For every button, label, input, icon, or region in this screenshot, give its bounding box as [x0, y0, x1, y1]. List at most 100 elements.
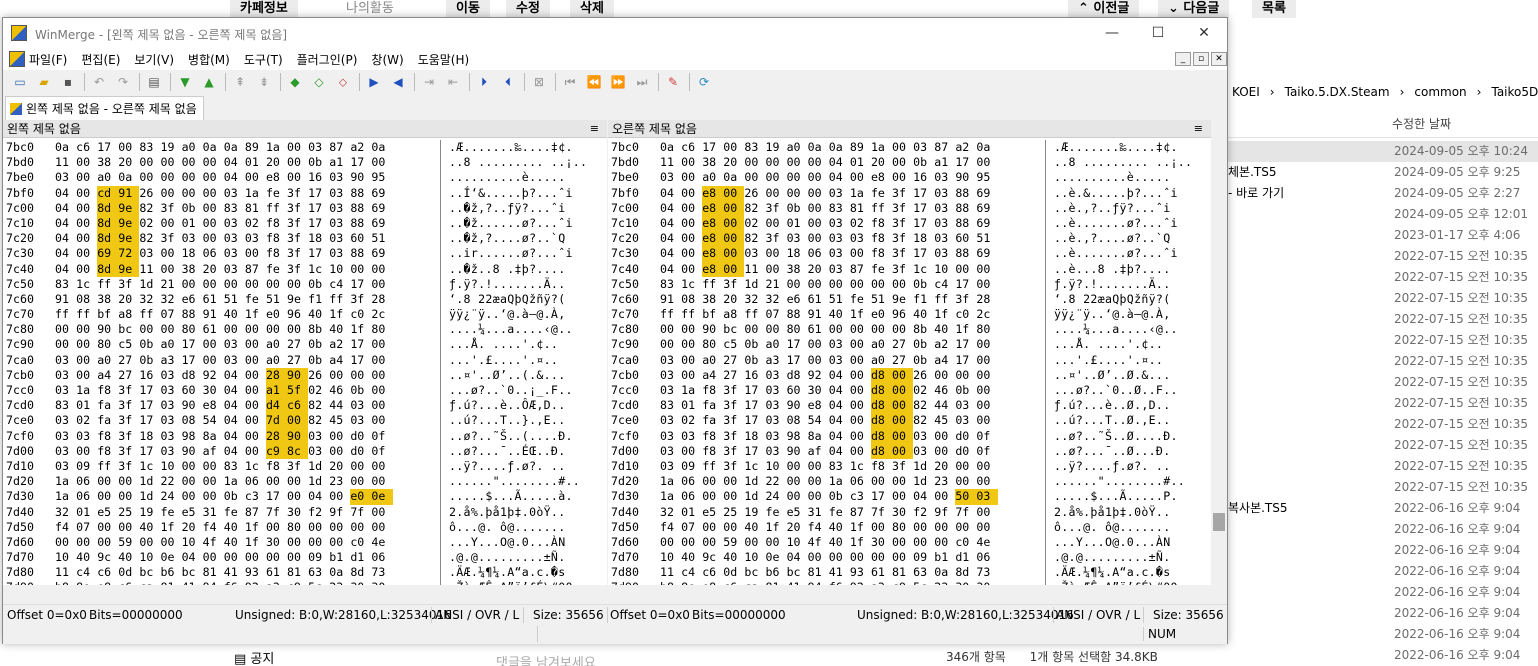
hex-row[interactable]: 7c40 04 00 e8 00 11 00 38 20 03 87 fe 3f 1c 10 00 00 ..è.…	[608, 261, 1192, 277]
ascii-text[interactable]: ...'.£....'.¤..	[443, 353, 558, 368]
hex-row[interactable]: 7d00 03 00 f8 3f 17 03 90 af 04 00 d8 00 03 00 d0 0f ..ø?…	[608, 443, 1192, 459]
hex-row[interactable]: 7c80 00 00 90 bc 00 00 80 61 00 00 00 00 8b 40 1f 80....…	[3, 322, 587, 337]
hex-row[interactable]: 7c10 04 00 e8 00 02 00 01 00 03 02 f8 3f 17 03 88 69 ..è.…	[608, 215, 1192, 232]
ascii-text[interactable]: ..�ž..8 .‡þ?....	[443, 262, 565, 277]
file-row[interactable]: 2022-07-15 오전 10:35	[1228, 351, 1538, 372]
file-row[interactable]: 2024-09-05 오후 12:01	[1228, 204, 1538, 225]
hex-bytes[interactable]: ff ff bf a8 ff 07 88 91 40 1f e0 96 40 1f c0 2c	[660, 307, 1048, 322]
ascii-text[interactable]: ô...@. ô@.......	[443, 520, 565, 535]
ascii-text[interactable]: ô...@. ô@.......	[1048, 520, 1170, 535]
hex-row[interactable]: 7d10 03 09 ff 3f 1c 10 00 00 83 1c f8 3f 1d 20 00 00 ..ÿ?…	[3, 459, 587, 474]
hex-bytes[interactable]: 11 00 38 20 00 00 00 00 04 01 20 00 0b a1 17 00	[55, 155, 443, 170]
ascii-text[interactable]: .@.@.........±Ñ.	[443, 550, 565, 565]
hex-row[interactable]: 7ca0 03 00 a0 27 0b a3 17 00 03 00 a0 27 0b a4 17 00 ...'…	[3, 353, 587, 368]
hex-row[interactable]: 7c50 83 1c ff 3f 1d 21 00 00 00 00 00 00 0b c4 17 00 ƒ.ÿ?…	[3, 277, 587, 292]
hex-bytes[interactable]: 91 08 38 20 32 32 e6 61 51 fe 51 9e f1 ff 3f 28	[660, 292, 1048, 307]
explorer-address-bar[interactable]: KOEI › Taiko.5.DX.Steam › common › Taiko5DX	[1228, 80, 1538, 104]
ascii-text[interactable]: .....$...Ã.....P.	[1048, 489, 1178, 504]
file-row[interactable]: 2022-06-16 오후 9:04	[1228, 519, 1538, 540]
hex-row[interactable]: 7cc0 03 1a f8 3f 17 03 60 30 04 00 d8 00 02 46 0b 00 ...ø…	[608, 383, 1192, 399]
hex-row[interactable]: 7be0 03 00 a0 0a 00 00 00 00 04 00 e8 00 16 03 90 95....…	[3, 170, 587, 185]
hex-row[interactable]: 7bd0 11 00 38 20 00 00 00 00 04 01 20 00 0b a1 17 00 ..8 …	[3, 155, 587, 170]
ascii-text[interactable]: ƒ.ú?...è..Ø.‚D..	[1048, 398, 1170, 413]
all-left-icon[interactable]: ⏴	[499, 73, 517, 91]
ascii-text[interactable]: ..è.......ø?...ˆi	[1048, 246, 1178, 261]
ascii-text[interactable]: ..........è.....	[443, 170, 565, 185]
hex-bytes[interactable]: 11 c4 c6 0d bc b6 bc 81 41 93 61 81 63 0a 8d 73	[55, 565, 443, 580]
hex-row[interactable]: 7c20 04 00 e8 00 82 3f 03 00 03 03 f8 3f 18 03 60 51 ..è.…	[608, 231, 1192, 247]
next-diff-icon[interactable]: ▼	[176, 73, 194, 91]
file-row[interactable]: 2022-06-16 오후 9:04	[1228, 624, 1538, 645]
menu-help[interactable]: 도움말(H)	[418, 51, 470, 68]
hex-row[interactable]: 7c30 04 00 69 72 03 00 18 06 03 00 f8 3f 17 03 88 69 ..ir…	[3, 246, 587, 262]
path-segment[interactable]: Taiko5DX	[1491, 85, 1538, 99]
document-tab[interactable]: 왼쪽 제목 없음 - 오른쪽 제목 없음	[5, 96, 204, 120]
ascii-text[interactable]: ..ú?...T..Ø.‚E..	[1048, 413, 1170, 428]
vertical-scrollbar[interactable]	[1211, 138, 1227, 600]
hex-row[interactable]: 7d70 10 40 9c 40 10 0e 04 00 00 00 00 00 09 b1 d1 06 .@.@…	[608, 550, 1192, 565]
first-line-icon[interactable]: ⏮	[561, 73, 579, 91]
hex-row[interactable]: 7c10 04 00 8d 9e 02 00 01 00 03 02 f8 3f 17 03 88 69 ..�ž…	[3, 215, 587, 232]
ascii-text[interactable]: ƒ.ú?...è..ÔÆ‚D..	[443, 398, 565, 413]
ascii-text[interactable]: ...Å. ....'.¢..	[443, 337, 558, 352]
ascii-text[interactable]: ..¤'..Ø’..Ø.&...	[1048, 368, 1170, 383]
hex-bytes[interactable]: 04 00 e8 00 02 00 01 00 03 02 f8 3f 17 03 88 69	[660, 215, 1048, 232]
hex-bytes[interactable]: ff ff bf a8 ff 07 88 91 40 1f e0 96 40 1f c0 2c	[55, 307, 443, 322]
left-hex-view[interactable]: 7bc0 0a c6 17 00 83 19 a0 0a 0a 89 1a 00 03 87 a2 0a .Æ..…	[3, 140, 587, 596]
ascii-text[interactable]: ..ø?...¯..Ø...Ð.	[1048, 444, 1170, 459]
ascii-text[interactable]: ..�ž‚?....ø?..`Q	[443, 231, 565, 246]
hex-row[interactable]: 7d50 f4 07 00 00 40 1f 20 f4 40 1f 00 80 00 00 00 00 ô...…	[3, 520, 587, 535]
ascii-text[interactable]: ..è...8 .‡þ?....	[1048, 262, 1170, 277]
hex-row[interactable]: 7d20 1a 06 00 00 1d 22 00 00 1a 06 00 00 1d 23 00 00....…	[608, 474, 1192, 489]
mdi-close-button[interactable]: ✕	[1211, 52, 1227, 66]
hex-bytes[interactable]: 03 03 f8 3f 18 03 98 8a 04 00 d8 00 03 00 d0 0f	[660, 428, 1048, 444]
hex-bytes[interactable]: 1a 06 00 00 1d 24 00 00 0b c3 17 00 04 00 50 03	[660, 489, 1048, 505]
next-post-button[interactable]: ⌄ 다음글	[1158, 0, 1230, 18]
file-row[interactable]: 2022-07-15 오전 10:35	[1228, 477, 1538, 498]
file-row[interactable]: 2022-06-16 오후 9:04	[1228, 645, 1538, 666]
ascii-text[interactable]: .@.@.........±Ñ.	[1048, 550, 1170, 565]
hex-bytes[interactable]: 11 c4 c6 0d bc b6 bc 81 41 93 61 81 63 0a 8d 73	[660, 565, 1048, 580]
ascii-text[interactable]: ....¼...a....‹@..	[1048, 322, 1178, 337]
hex-bytes[interactable]: 83 1c ff 3f 1d 21 00 00 00 00 00 00 0b c4 17 00	[55, 277, 443, 292]
hex-bytes[interactable]: 03 00 f8 3f 17 03 90 af 04 00 d8 00 03 00 d0 0f	[660, 443, 1048, 459]
hex-bytes[interactable]: 0a c6 17 00 83 19 a0 0a 0a 89 1a 00 03 87 a2 0a	[660, 140, 1048, 155]
hex-row[interactable]: 7c60 91 08 38 20 32 32 e6 61 51 fe 51 9e f1 ff 3f 28 ‘.8 …	[3, 292, 587, 307]
horizontal-scrollbar[interactable]	[3, 585, 1211, 600]
ascii-text[interactable]: ƒ.ÿ?.!.......Ä..	[443, 277, 565, 292]
hex-bytes[interactable]: 83 01 fa 3f 17 03 90 e8 04 00 d4 c6 82 44 03 00	[55, 398, 443, 414]
ascii-text[interactable]: ....¼...a....‹@..	[443, 322, 573, 337]
hex-row[interactable]: 7d50 f4 07 00 00 40 1f 20 f4 40 1f 00 80 00 00 00 00 ô...…	[608, 520, 1192, 535]
hex-row[interactable]: 7c60 91 08 38 20 32 32 e6 61 51 fe 51 9e f1 ff 3f 28 ‘.8 …	[608, 292, 1192, 307]
copy-right-icon[interactable]: ▶	[365, 73, 383, 91]
title-bar[interactable]: WinMerge - [왼쪽 제목 없음 - 오른쪽 제목 없음] — ☐ ✕	[3, 18, 1227, 48]
file-row[interactable]: 체본.TS5 2024-09-05 오후 9:25	[1228, 162, 1538, 183]
ascii-text[interactable]: ..è.‚?..ƒÿ?...ˆi	[1048, 201, 1170, 216]
ascii-text[interactable]: ..è.‚?....ø?..`Q	[1048, 231, 1170, 246]
last-line-icon[interactable]: ⏭	[633, 73, 651, 91]
hex-row[interactable]: 7cc0 03 1a f8 3f 17 03 60 30 04 00 a1 5f 02 46 0b 00 ...ø…	[3, 383, 587, 399]
delete-button[interactable]: 삭제	[570, 0, 614, 18]
menu-tools[interactable]: 도구(T)	[244, 51, 283, 68]
ascii-text[interactable]: ...'.£....'.¤..	[1048, 353, 1163, 368]
first-diff-icon[interactable]: ⇞	[231, 73, 249, 91]
hex-row[interactable]: 7d30 1a 06 00 00 1d 24 00 00 0b c3 17 00 04 00 50 03....…	[608, 489, 1192, 505]
file-row[interactable]: 2022-06-16 오후 9:04	[1228, 561, 1538, 582]
menu-merge[interactable]: 병합(M)	[188, 51, 230, 68]
hex-row[interactable]: 7c80 00 00 90 bc 00 00 80 61 00 00 00 00 8b 40 1f 80....…	[608, 322, 1192, 337]
hex-row[interactable]: 7ce0 03 02 fa 3f 17 03 08 54 04 00 7d 00 82 45 03 00 ..ú?…	[3, 413, 587, 429]
hex-bytes[interactable]: 00 00 80 c5 0b a0 17 00 03 00 a0 27 0b a2 17 00	[55, 337, 443, 352]
hex-bytes[interactable]: 03 1a f8 3f 17 03 60 30 04 00 d8 00 02 46 0b 00	[660, 383, 1048, 399]
hex-bytes[interactable]: 04 00 cd 91 26 00 00 00 03 1a fe 3f 17 03 88 69	[55, 185, 443, 201]
hex-row[interactable]: 7cf0 03 03 f8 3f 18 03 98 8a 04 00 28 90 03 00 d0 0f ..ø?…	[3, 428, 587, 444]
hex-row[interactable]: 7d30 1a 06 00 00 1d 24 00 00 0b c3 17 00 04 00 e0 0e....…	[3, 489, 587, 505]
hex-row[interactable]: 7cf0 03 03 f8 3f 18 03 98 8a 04 00 d8 00 03 00 d0 0f ..ø?…	[608, 428, 1192, 444]
hex-bytes[interactable]: 04 00 e8 00 82 3f 03 00 03 03 f8 3f 18 03 60 51	[660, 231, 1048, 247]
hex-bytes[interactable]: 00 00 80 c5 0b a0 17 00 03 00 a0 27 0b a2 17 00	[660, 337, 1048, 352]
document-menu-icon[interactable]	[9, 51, 25, 67]
hex-bytes[interactable]: 1a 06 00 00 1d 22 00 00 1a 06 00 00 1d 23 00 00	[660, 474, 1048, 489]
ascii-text[interactable]: ..¤'..Ø’..(.&...	[443, 368, 565, 383]
file-row[interactable]: 복사본.TS5 2022-06-16 오후 9:04	[1228, 498, 1538, 519]
print-icon[interactable]: ▤	[145, 73, 163, 91]
hex-bytes[interactable]: 03 00 a4 27 16 03 d8 92 04 00 d8 00 26 00 00 00	[660, 367, 1048, 384]
